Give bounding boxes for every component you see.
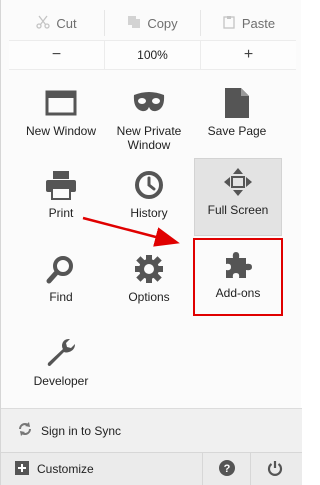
copy-button[interactable]: Copy	[105, 10, 201, 36]
tile-label: History	[130, 206, 168, 220]
zoom-reset-button[interactable]: 100%	[105, 41, 201, 69]
page-icon	[220, 86, 254, 120]
window-icon	[44, 86, 78, 120]
tile-label: Full Screen	[207, 203, 269, 217]
printer-icon	[44, 168, 78, 202]
tile-label: Find	[49, 290, 73, 304]
new-private-window-button[interactable]: New Private Window	[105, 80, 193, 158]
magnifier-icon	[44, 252, 78, 286]
help-icon: ?	[218, 459, 235, 479]
tile-label-line2: Window	[127, 138, 171, 152]
wrench-icon	[44, 336, 78, 370]
tile-label: Save Page	[207, 124, 267, 138]
copy-label: Copy	[147, 15, 178, 31]
zoom-out-button[interactable]: −	[9, 41, 105, 69]
help-button[interactable]: ?	[203, 453, 251, 485]
tile-label: New Window	[25, 124, 97, 138]
full-screen-button[interactable]: Full Screen	[194, 158, 282, 236]
zoom-controls: − 100% +	[9, 40, 296, 70]
history-button[interactable]: History	[105, 162, 193, 240]
menu-panel: Cut Copy Paste − 100% + New Window New P	[0, 0, 302, 485]
find-button[interactable]: Find	[17, 246, 105, 324]
tile-label: Options	[128, 290, 170, 304]
plus-box-icon	[15, 460, 29, 478]
tile-label-line1: New Private	[116, 124, 182, 138]
clipboard-icon	[222, 15, 236, 32]
customize-label: Customize	[37, 462, 94, 476]
sync-label: Sign in to Sync	[41, 423, 122, 438]
mask-icon	[132, 86, 166, 120]
cut-label: Cut	[56, 15, 77, 31]
sync-icon	[17, 421, 33, 440]
tile-label: Print	[48, 206, 74, 220]
zoom-in-button[interactable]: +	[201, 41, 296, 69]
power-icon	[267, 460, 283, 479]
print-button[interactable]: Print	[17, 162, 105, 240]
copy-icon	[127, 15, 141, 32]
developer-button[interactable]: Developer	[17, 330, 105, 408]
fullscreen-icon	[221, 165, 255, 199]
svg-text:?: ?	[223, 463, 230, 475]
customize-button[interactable]: Customize	[1, 453, 203, 485]
paste-label: Paste	[241, 15, 276, 31]
annotation-highlight-box	[193, 238, 283, 316]
clock-icon	[132, 168, 166, 202]
tile-label: New Private Window	[117, 124, 182, 152]
save-page-button[interactable]: Save Page	[193, 80, 281, 158]
footer-bar: Customize ?	[1, 452, 302, 485]
scissors-icon	[36, 15, 51, 32]
quit-button[interactable]	[251, 453, 299, 485]
sign-in-sync-button[interactable]: Sign in to Sync	[1, 408, 302, 452]
options-button[interactable]: Options	[105, 246, 193, 324]
cut-button[interactable]: Cut	[9, 10, 105, 36]
edit-controls: Cut Copy Paste	[9, 10, 296, 36]
paste-button[interactable]: Paste	[201, 10, 296, 36]
tile-label: Developer	[33, 374, 89, 388]
new-window-button[interactable]: New Window	[17, 80, 105, 158]
gear-icon	[132, 252, 166, 286]
